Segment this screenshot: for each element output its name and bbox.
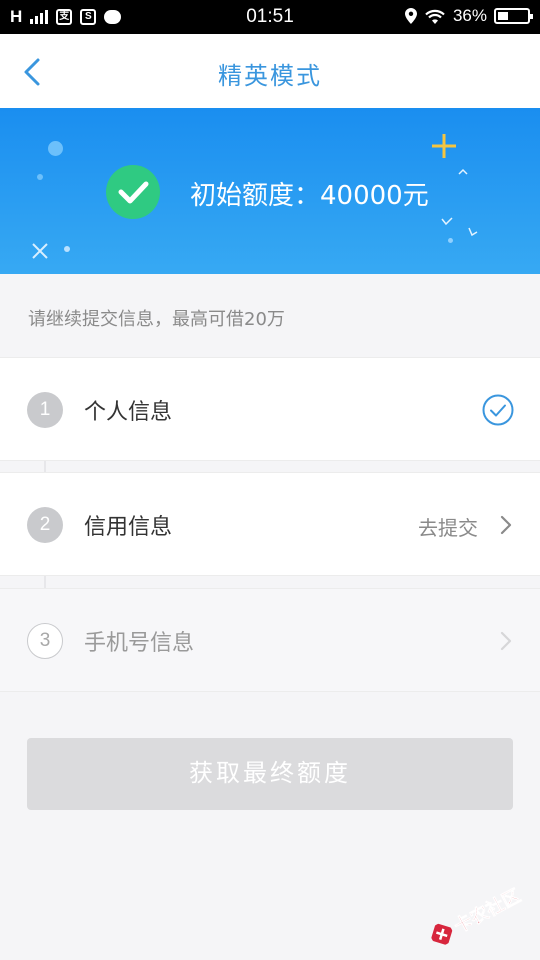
nav-bar: 精英模式 [0,34,540,108]
go-submit-link[interactable]: 去提交 [418,512,478,541]
get-final-credit-button[interactable]: 获取最终额度 [27,738,513,810]
watermark-logo-icon [431,923,453,945]
success-check-icon [106,165,160,219]
step-credit-info[interactable]: 2 信用信息 去提交 [0,472,540,576]
status-bar: H 支 S 01:51 36% [0,0,540,34]
location-icon [404,8,417,24]
step-phone-info: 3 手机号信息 [0,588,540,692]
decor-dot-icon [37,174,43,180]
credit-banner: 初始额度：40000元 [0,108,540,274]
chevron-right-icon [500,515,512,535]
decor-plus-icon [432,134,456,158]
watermark: 卡农社区 [418,863,539,960]
completed-check-icon [482,394,514,426]
decor-dot-icon [448,238,453,243]
step-number: 1 [27,392,63,428]
step-label: 个人信息 [84,400,173,425]
wifi-icon [425,9,445,24]
decor-tick-icon [441,217,453,226]
battery-icon [494,8,533,24]
battery-percent: 36% [452,6,487,25]
chevron-right-icon [500,631,512,651]
step-label: 信用信息 [84,515,173,540]
hint-text: 请继续提交信息，最高可借20万 [28,309,285,330]
decor-dot-icon [64,246,70,252]
initial-credit-amount: 初始额度：40000元 [190,181,429,211]
step-number: 2 [27,507,63,543]
page-title: 精英模式 [218,62,322,90]
step-personal-info[interactable]: 1 个人信息 [0,357,540,461]
decor-tick-icon [468,227,478,237]
step-number: 3 [27,623,63,659]
step-label: 手机号信息 [84,631,195,656]
decor-cross-icon [32,243,48,259]
decor-dot-icon [48,141,63,156]
decor-tick-icon [458,168,468,175]
watermark-text: 卡农社区 [450,885,525,938]
status-right: 36% [404,6,533,26]
